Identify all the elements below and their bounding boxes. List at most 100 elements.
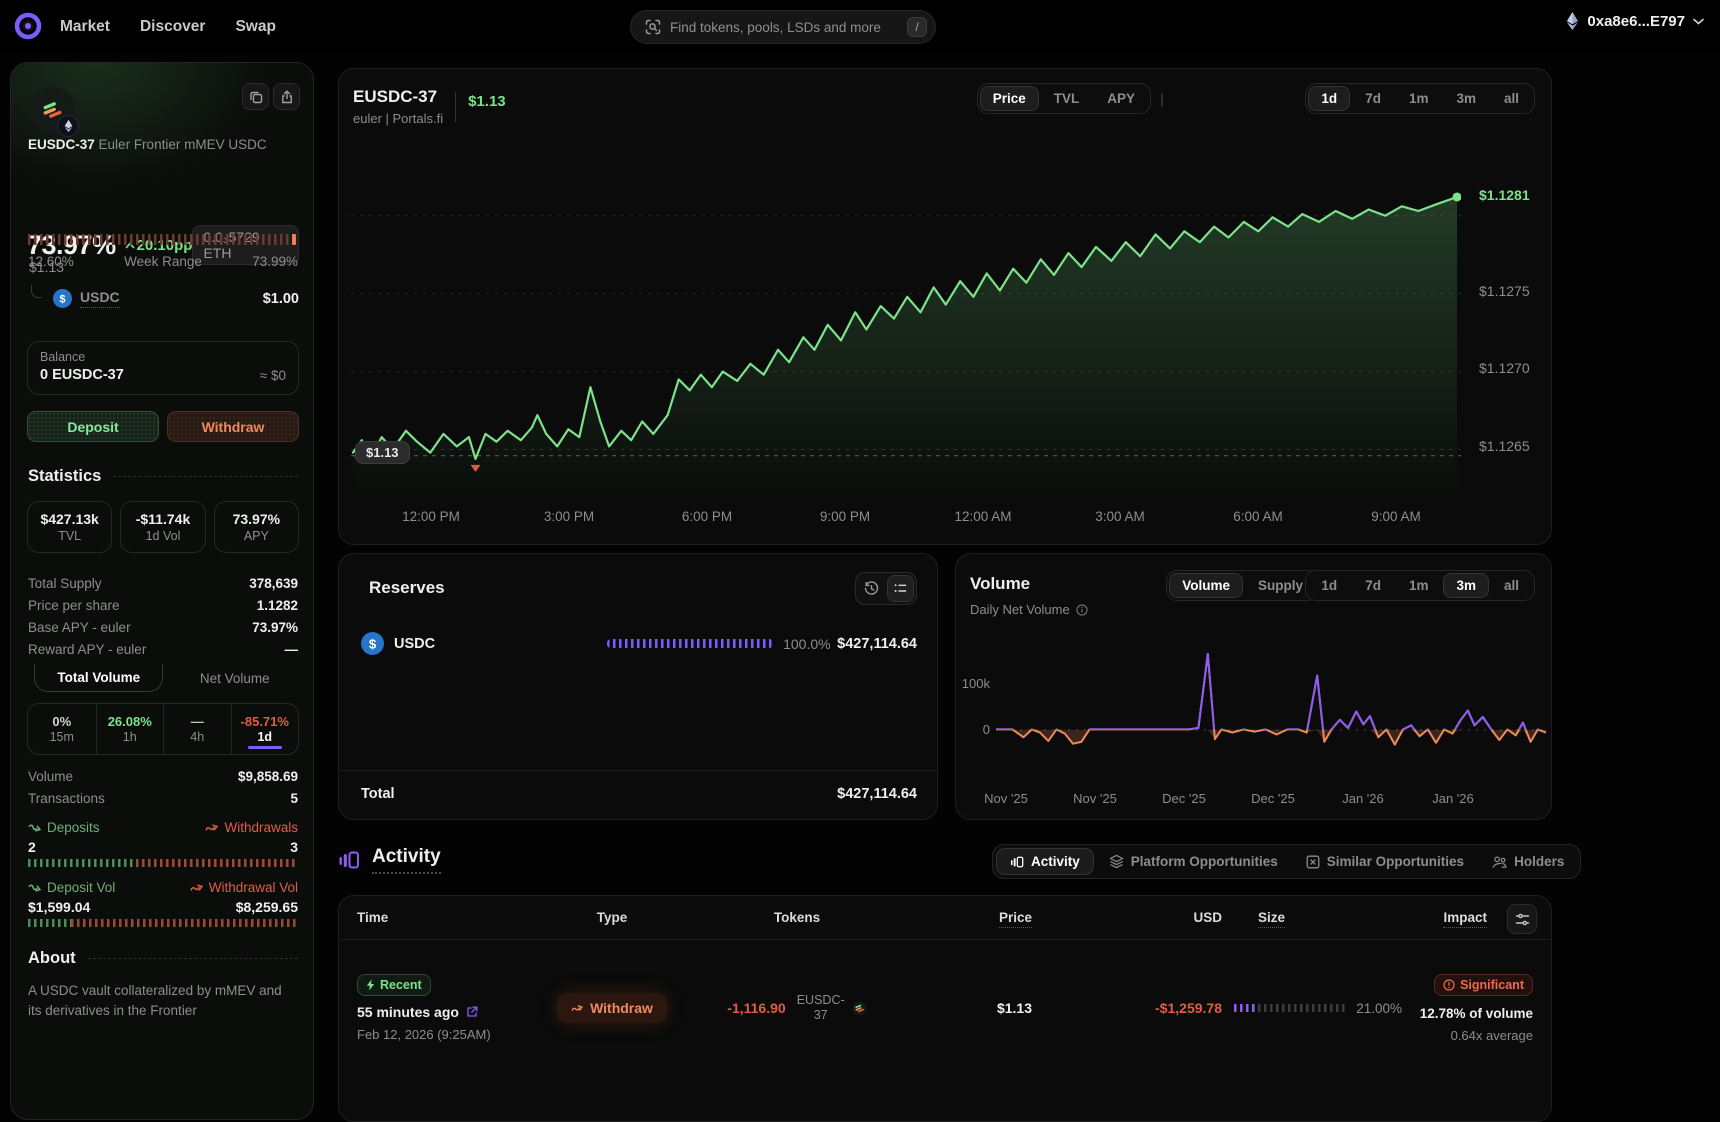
interval-4h[interactable]: —4h bbox=[163, 704, 231, 754]
col-time: Time bbox=[357, 910, 542, 925]
open-price-pill: $1.13 bbox=[355, 441, 410, 464]
withdrawals-count: 3 bbox=[290, 839, 298, 855]
deposit-button[interactable]: Deposit bbox=[27, 411, 159, 442]
x-axis-label: 12:00 AM bbox=[943, 509, 1023, 524]
stat-label: TVL bbox=[58, 529, 81, 543]
stat-value: 73.97% bbox=[233, 511, 280, 527]
range-7d[interactable]: 7d bbox=[1352, 573, 1394, 598]
stat-card-1d-vol: -$11.74k 1d Vol bbox=[120, 501, 205, 553]
range-3m[interactable]: 3m bbox=[1443, 86, 1489, 111]
time-absolute: Feb 12, 2026 (9:25AM) bbox=[357, 1027, 542, 1042]
nav-link-discover[interactable]: Discover bbox=[140, 18, 205, 36]
nav-link-market[interactable]: Market bbox=[60, 18, 110, 36]
col-price[interactable]: Price bbox=[912, 910, 1032, 925]
tab-similar-opportunities[interactable]: Similar Opportunities bbox=[1293, 849, 1477, 874]
impact-volume: 12.78% of volume bbox=[1402, 1006, 1533, 1021]
volume-x-label: Jan '26 bbox=[1418, 791, 1488, 806]
size-bar bbox=[1234, 1004, 1346, 1012]
tab-activity[interactable]: Activity bbox=[996, 848, 1094, 875]
range-1d[interactable]: 1d bbox=[1308, 86, 1350, 111]
app-logo-icon[interactable] bbox=[14, 12, 42, 40]
top-nav: Market Discover Swap Find tokens, pools,… bbox=[0, 0, 1720, 54]
history-icon[interactable] bbox=[858, 575, 885, 602]
interval-value: -85.71% bbox=[241, 714, 289, 729]
type-label: Withdraw bbox=[590, 1000, 653, 1016]
underlying-token-row[interactable]: $ USDC $1.00 bbox=[53, 289, 299, 308]
tab-label: Platform Opportunities bbox=[1131, 854, 1278, 869]
underlying-price: $1.00 bbox=[263, 291, 299, 307]
volume-mode-tabs: Volume Supply bbox=[1166, 570, 1319, 601]
filter-icon[interactable] bbox=[1507, 904, 1537, 934]
price-chart-panel: EUSDC-37 euler | Portals.fi $1.13 Price … bbox=[338, 68, 1552, 545]
tab-volume[interactable]: Volume bbox=[1169, 573, 1243, 598]
range-1m[interactable]: 1m bbox=[1396, 86, 1442, 111]
info-icon[interactable] bbox=[1076, 604, 1088, 616]
stat-row: Reward APY - euler— bbox=[28, 638, 298, 660]
col-usd: USD bbox=[1032, 910, 1222, 925]
type-cell: Withdraw bbox=[542, 993, 682, 1023]
range-7d[interactable]: 7d bbox=[1352, 86, 1394, 111]
volume-x-label: Nov '25 bbox=[971, 791, 1041, 806]
range-3m[interactable]: 3m bbox=[1443, 573, 1489, 598]
share-icon[interactable] bbox=[273, 83, 300, 110]
slash-key-badge: / bbox=[907, 17, 927, 37]
withdraw-button[interactable]: Withdraw bbox=[167, 411, 299, 442]
range-all[interactable]: all bbox=[1491, 573, 1532, 598]
range-all[interactable]: all bbox=[1491, 86, 1532, 111]
tab-label: Holders bbox=[1514, 854, 1564, 869]
interval-selector: 0%15m 26.08%1h —4h -85.71%1d bbox=[27, 703, 299, 755]
y-axis-label: $1.1265 bbox=[1479, 438, 1530, 454]
tab-platform-opportunities[interactable]: Platform Opportunities bbox=[1096, 849, 1291, 874]
reserves-total-label: Total bbox=[361, 786, 395, 802]
withdraw-type-pill: Withdraw bbox=[557, 993, 667, 1023]
tab-net-volume[interactable]: Net Volume bbox=[178, 665, 292, 692]
external-link-icon[interactable] bbox=[466, 1006, 478, 1018]
chart-title: EUSDC-37 bbox=[353, 87, 443, 107]
divider bbox=[455, 92, 456, 122]
deposit-arrow-icon bbox=[27, 821, 43, 835]
tab-apy[interactable]: APY bbox=[1094, 86, 1148, 111]
tab-holders[interactable]: Holders bbox=[1479, 849, 1577, 874]
activity-tabs: Activity Platform Opportunities Similar … bbox=[992, 844, 1581, 879]
interval-label: 1h bbox=[123, 730, 137, 744]
list-icon[interactable] bbox=[887, 575, 914, 602]
search-placeholder: Find tokens, pools, LSDs and more bbox=[670, 20, 898, 35]
reserve-row[interactable]: $ USDC 100.0% $427,114.64 bbox=[361, 632, 917, 655]
stat-label: 1d Vol bbox=[146, 529, 181, 543]
activity-row[interactable]: Recent 55 minutes ago Feb 12, 2026 (9:25… bbox=[339, 940, 1551, 1076]
interval-1d[interactable]: -85.71%1d bbox=[231, 704, 299, 754]
nav-link-swap[interactable]: Swap bbox=[235, 18, 275, 36]
interval-1h[interactable]: 26.08%1h bbox=[96, 704, 164, 754]
y-axis-label: $1.1270 bbox=[1479, 360, 1530, 376]
wallet-button[interactable]: 0xa8e6...E797 bbox=[1566, 11, 1704, 31]
metric-tabs: Price TVL APY bbox=[977, 83, 1151, 114]
chart-current-price: $1.13 bbox=[468, 93, 506, 110]
usdc-icon: $ bbox=[361, 632, 384, 655]
usd-cell: -$1,259.78 bbox=[1032, 1000, 1222, 1016]
chart-source: euler | Portals.fi bbox=[353, 111, 443, 126]
price-range-tabs: 1d 7d 1m 3m all bbox=[1305, 83, 1535, 114]
reserves-total-value: $427,114.64 bbox=[837, 786, 917, 802]
range-1m[interactable]: 1m bbox=[1396, 573, 1442, 598]
withdrawals-label: Withdrawals bbox=[224, 820, 298, 835]
tab-tvl[interactable]: TVL bbox=[1041, 86, 1093, 111]
tab-price[interactable]: Price bbox=[980, 86, 1039, 111]
tab-total-volume[interactable]: Total Volume bbox=[34, 664, 163, 692]
withdraw-arrow-icon bbox=[570, 1002, 585, 1015]
volume-x-label: Nov '25 bbox=[1060, 791, 1130, 806]
search-input[interactable]: Find tokens, pools, LSDs and more / bbox=[630, 10, 936, 44]
range-1d[interactable]: 1d bbox=[1308, 573, 1350, 598]
volume-title: Volume bbox=[970, 574, 1030, 594]
underlying-symbol: USDC bbox=[80, 289, 120, 308]
col-size[interactable]: Size bbox=[1222, 910, 1402, 925]
price-line-chart[interactable] bbox=[351, 151, 1461, 503]
net-volume-chart[interactable] bbox=[996, 641, 1546, 781]
stat-label: APY bbox=[244, 529, 269, 543]
week-range-marker bbox=[292, 234, 296, 245]
interval-15m[interactable]: 0%15m bbox=[28, 704, 96, 754]
balance-usd: ≈ $0 bbox=[260, 368, 286, 383]
volume-range-tabs: 1d 7d 1m 3m all bbox=[1305, 570, 1535, 601]
copy-icon[interactable] bbox=[242, 83, 269, 110]
wallet-address: 0xa8e6...E797 bbox=[1587, 13, 1685, 30]
volume-y-label-0: 0 bbox=[956, 722, 990, 737]
